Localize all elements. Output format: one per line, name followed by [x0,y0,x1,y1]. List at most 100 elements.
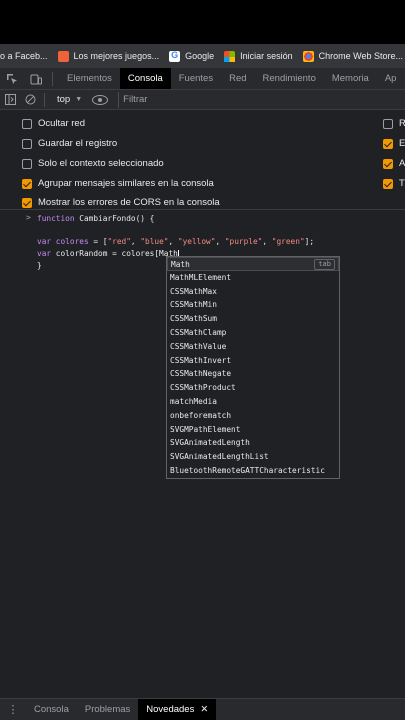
setting-selected-context-only[interactable]: Solo el contexto seleccionado [22,158,164,169]
autocomplete-item[interactable]: onbeforematch [167,409,339,423]
bookmark-label: Los mejores juegos... [73,51,160,61]
setting-label: Mostrar los errores de CORS en la consol… [38,197,220,208]
autocomplete-item-selected[interactable]: Math tab [167,257,339,271]
console-drawer-tabbar: ⋮ Consola Problemas Novedades ✕ [0,698,405,720]
setting-label: Solo el contexto seleccionado [38,158,164,169]
console-toolbar: top ▼ Filtrar [0,90,405,110]
keyword: function [37,214,75,223]
code-text: CambiarFondo() { [74,214,155,223]
dropdown-arrow-icon: ▼ [75,96,83,103]
autocomplete-item-label: Math [171,260,190,269]
string-literal: "blue" [140,237,169,246]
setting-label: Guardar el registro [38,138,118,149]
setting-right-2[interactable]: E [383,138,405,149]
bookmark-google[interactable]: Google [169,50,215,62]
clear-console-icon[interactable] [20,89,40,111]
code-text: ]; [304,237,315,246]
tab-rendimiento[interactable]: Rendimiento [255,68,324,89]
drawer-tab-novedades[interactable]: Novedades ✕ [138,698,217,720]
keyword: var [37,237,52,246]
close-icon[interactable]: ✕ [200,704,208,715]
tab-fuentes[interactable]: Fuentes [171,68,221,89]
microsoft-icon [224,50,236,62]
autocomplete-item[interactable]: CSSMathNegate [167,367,339,381]
setting-preserve-log[interactable]: Guardar el registro [22,138,117,149]
setting-group-similar[interactable]: Agrupar mensajes similares en la consola [22,178,214,189]
setting-label: R [399,118,405,129]
tab-key-hint: tab [314,259,335,270]
bookmark-label: Iniciar sesión [240,51,293,61]
code-line-4: } [37,261,42,270]
setting-label: Agrupar mensajes similares en la consola [38,178,214,189]
bookmark-facebook[interactable]: o a Faceb... [0,51,48,61]
checkbox-checked[interactable] [22,197,32,208]
bookmark-login[interactable]: Iniciar sesión [224,50,293,62]
drawer-tab-consola[interactable]: Consola [26,699,77,720]
autocomplete-item[interactable]: CSSMathProduct [167,381,339,395]
autocomplete-item[interactable]: CSSMathValue [167,340,339,354]
setting-right-3[interactable]: A [383,158,405,169]
live-expression-eye-icon[interactable] [92,94,109,105]
tab-red[interactable]: Red [221,68,254,89]
games-icon [57,50,69,62]
autocomplete-item[interactable]: BluetoothRemoteGATTCharacteristic [167,464,339,478]
bookmark-label: Google [185,51,215,61]
autocomplete-item[interactable]: SVGAnimatedLengthList [167,450,339,464]
setting-right-4[interactable]: T [383,178,405,189]
code-line-2: var colores = ["red", "blue", "yellow", … [37,237,315,246]
setting-label: Ocultar red [38,118,85,129]
setting-show-cors-errors[interactable]: Mostrar los errores de CORS en la consol… [22,197,220,208]
setting-hide-network[interactable]: Ocultar red [22,118,85,129]
autocomplete-item[interactable]: SVGMPathElement [167,423,339,437]
variable-name: colores [51,237,89,246]
divider [52,71,53,86]
autocomplete-item[interactable]: CSSMathMin [167,298,339,312]
context-label: top [57,94,71,105]
sidebar-toggle-icon[interactable] [0,89,20,111]
drawer-tab-problemas[interactable]: Problemas [77,699,138,720]
checkbox-checked[interactable] [383,158,393,169]
screen: o a Faceb... Los mejores juegos... Googl… [0,0,405,720]
autocomplete-item[interactable]: CSSMathMax [167,285,339,299]
setting-label: T [399,178,405,189]
checkbox[interactable] [22,158,32,169]
bookmark-games[interactable]: Los mejores juegos... [57,50,160,62]
autocomplete-item[interactable]: matchMedia [167,395,339,409]
string-literal: "red" [107,237,131,246]
string-literal: "yellow" [177,237,216,246]
chrome-web-store-icon [302,50,314,62]
console-settings: Ocultar red Guardar el registro Solo el … [0,110,405,210]
tab-elementos[interactable]: Elementos [59,68,120,89]
checkbox[interactable] [22,138,32,149]
autocomplete-item[interactable]: CSSMathInvert [167,354,339,368]
autocomplete-item[interactable]: CSSMathSum [167,312,339,326]
drawer-menu-icon[interactable]: ⋮ [0,703,26,716]
checkbox-checked[interactable] [383,138,393,149]
console-prompt: > [26,213,31,222]
tab-memoria[interactable]: Memoria [324,68,377,89]
bookmark-label: Chrome Web Store... [318,51,404,61]
code-text: colorRandom = colores[Math [51,249,178,258]
checkbox[interactable] [383,118,393,129]
bookmark-label: o a Faceb... [0,51,48,61]
inspect-element-icon[interactable] [0,68,24,89]
drawer-tab-label: Novedades [146,703,195,715]
autocomplete-dropdown: Math tab MathMLElement CSSMathMax CSSMat… [166,256,340,479]
checkbox-checked[interactable] [22,178,32,189]
checkbox[interactable] [22,118,32,129]
filter-input[interactable]: Filtrar [118,91,405,108]
autocomplete-item[interactable]: SVGAnimatedLength [167,436,339,450]
autocomplete-item[interactable]: MathMLElement [167,271,339,285]
setting-right-1[interactable]: R [383,118,405,129]
code-text: = [ [88,237,108,246]
device-toolbar-icon[interactable] [24,68,48,89]
bookmark-chrome-web-store[interactable]: Chrome Web Store... [302,50,404,62]
autocomplete-item[interactable]: CSSMathClamp [167,326,339,340]
tab-consola[interactable]: Consola [119,68,171,89]
google-icon [169,50,181,62]
context-selector[interactable]: top ▼ [57,94,82,105]
checkbox-checked[interactable] [383,178,393,189]
tab-application[interactable]: Ap [377,68,405,89]
keyword: var [37,249,52,258]
code-line-3: var colorRandom = colores[Math [37,249,179,259]
